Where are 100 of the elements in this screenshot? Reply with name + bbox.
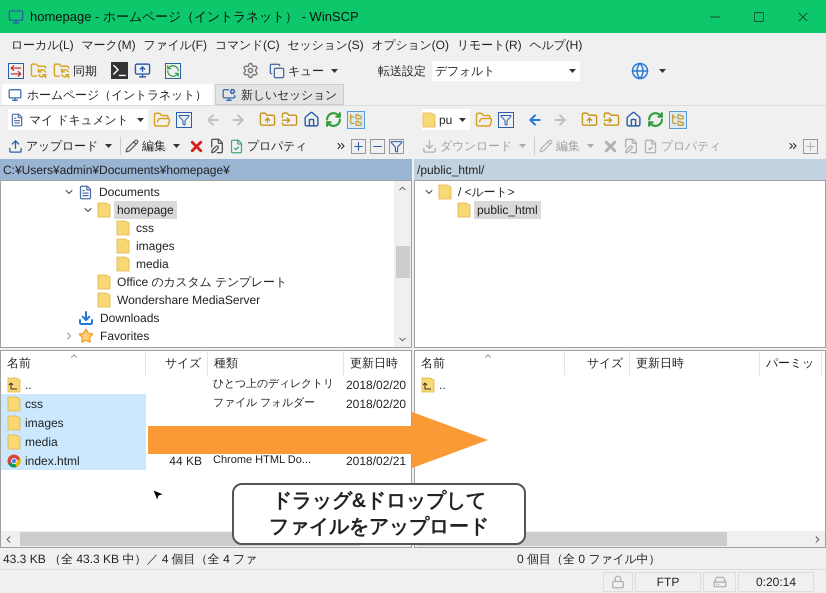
panel-status-text: 0 個目（全 0 ファイル中） bbox=[517, 550, 660, 568]
column-header[interactable]: 更新日時 bbox=[344, 351, 411, 375]
home-icon[interactable] bbox=[625, 111, 642, 128]
menu-item[interactable]: ローカル(L) bbox=[8, 36, 77, 54]
upload-button[interactable]: アップロード bbox=[8, 137, 116, 155]
file-name-cell[interactable]: .. bbox=[1, 375, 146, 394]
tree-item[interactable]: / <ルート> bbox=[455, 183, 518, 201]
lock-icon bbox=[611, 574, 625, 588]
caret-icon bbox=[569, 68, 576, 72]
date-cell-text: 2018/02/21 bbox=[346, 452, 406, 470]
folder-icon bbox=[7, 434, 21, 450]
delete-icon[interactable] bbox=[188, 138, 205, 154]
path-bar: /public_html/ bbox=[414, 159, 826, 180]
callout-text: ドラッグ&ドロップして bbox=[272, 488, 486, 514]
menu-item[interactable]: ファイル(F) bbox=[140, 36, 210, 54]
transfer-preset-dropdown[interactable]: デフォルト bbox=[432, 60, 580, 80]
file-name-cell[interactable]: css bbox=[1, 394, 146, 413]
computer-icon[interactable] bbox=[134, 62, 151, 79]
column-header[interactable]: サイズ bbox=[565, 351, 630, 375]
sync-folder-icon bbox=[53, 62, 70, 79]
filter-icon[interactable] bbox=[498, 112, 514, 128]
copy-icon bbox=[269, 62, 285, 78]
terminal-icon[interactable] bbox=[111, 62, 128, 79]
file-check-icon bbox=[229, 138, 244, 154]
settings-icon[interactable] bbox=[242, 62, 259, 79]
document-icon bbox=[10, 112, 24, 126]
protocol-text: FTP bbox=[635, 572, 701, 592]
pencil-icon bbox=[125, 139, 139, 153]
tree-item[interactable]: media bbox=[133, 255, 172, 273]
refresh-icon[interactable] bbox=[647, 111, 664, 128]
tree-item[interactable]: Wondershare MediaServer bbox=[114, 291, 264, 309]
filter-icon[interactable] bbox=[389, 138, 404, 154]
file-name-cell[interactable]: media bbox=[1, 432, 146, 451]
filter-icon[interactable] bbox=[176, 112, 192, 128]
sync-button[interactable]: 同期 bbox=[53, 62, 97, 80]
app-icon bbox=[8, 8, 24, 24]
tree-item[interactable]: Favorites bbox=[97, 327, 152, 345]
queue-button[interactable]: キュー bbox=[269, 62, 342, 80]
column-header[interactable]: 名前 bbox=[415, 351, 565, 375]
upload-icon bbox=[8, 138, 23, 154]
menu-item[interactable]: リモート(R) bbox=[454, 36, 525, 54]
menu-item[interactable]: セッション(S) bbox=[284, 36, 367, 54]
tree-item[interactable]: images bbox=[133, 237, 178, 255]
refresh-icon[interactable] bbox=[165, 62, 181, 78]
menu-item[interactable]: ヘルプ(H) bbox=[526, 36, 586, 54]
file-check-icon bbox=[643, 138, 658, 154]
tree-item[interactable]: css bbox=[133, 219, 157, 237]
file-name-cell[interactable]: .. bbox=[415, 375, 565, 394]
properties-button[interactable]: プロパティ bbox=[229, 137, 307, 155]
refresh-icon[interactable] bbox=[325, 111, 342, 128]
folder-icon bbox=[457, 202, 471, 218]
more-icon[interactable] bbox=[335, 140, 347, 152]
file-name-cell[interactable]: index.html bbox=[1, 451, 146, 470]
globe-icon[interactable] bbox=[631, 62, 649, 80]
folder-icon bbox=[116, 220, 130, 236]
column-header[interactable]: 更新日時 bbox=[630, 351, 760, 375]
minus-icon[interactable] bbox=[370, 138, 385, 154]
type-cell-text: ひとつ上のディレクトリ bbox=[213, 377, 334, 392]
download-icon bbox=[422, 138, 437, 154]
tree-item[interactable]: Office のカスタム テンプレート bbox=[114, 273, 290, 291]
tree-item[interactable]: Documents bbox=[96, 183, 163, 201]
folder-icon bbox=[97, 202, 111, 218]
home-icon[interactable] bbox=[303, 111, 320, 128]
maximize-icon[interactable] bbox=[753, 10, 765, 22]
monitor-icon bbox=[8, 88, 22, 102]
session-tab[interactable]: 新しいセッション bbox=[215, 84, 344, 105]
session-tab[interactable]: ホームページ（イントラネット） bbox=[2, 84, 213, 105]
type-cell-text: ファイル フォルダー bbox=[213, 396, 316, 412]
tree-toggle-icon[interactable] bbox=[347, 110, 365, 128]
menu-item[interactable]: コマンド(C) bbox=[212, 36, 283, 54]
caret-icon bbox=[659, 68, 666, 72]
file-name-cell[interactable]: images bbox=[1, 413, 146, 432]
column-header[interactable]: サイズ bbox=[146, 351, 208, 375]
scrollbar-thumb[interactable] bbox=[396, 246, 410, 278]
menu-item[interactable]: マーク(M) bbox=[78, 36, 139, 54]
tree-item[interactable]: public_html bbox=[474, 201, 541, 219]
rename-icon[interactable] bbox=[209, 138, 225, 154]
column-header[interactable]: パーミッ bbox=[760, 351, 822, 375]
vertical-scrollbar[interactable] bbox=[394, 181, 411, 347]
edit-button[interactable]: 編集 bbox=[120, 137, 184, 155]
date-cell-text: 2018/02/20 bbox=[346, 396, 406, 412]
panel-status-text: 43.3 KB （全 43.3 KB 中）／ 4 個目（全 4 ファ bbox=[3, 550, 258, 568]
caret-icon bbox=[519, 144, 526, 148]
tree-item[interactable]: homepage bbox=[114, 201, 177, 219]
tree-item[interactable]: Downloads bbox=[97, 309, 162, 327]
new-session-icon bbox=[222, 88, 236, 102]
folder-icon bbox=[7, 396, 21, 412]
folder-icon bbox=[116, 238, 130, 254]
plus-icon[interactable] bbox=[351, 138, 366, 154]
document-icon bbox=[78, 184, 93, 200]
caret-icon bbox=[137, 118, 144, 122]
location-dropdown[interactable]: pu bbox=[422, 109, 470, 130]
menu-item[interactable]: オプション(O) bbox=[368, 36, 452, 54]
tree-toggle-icon[interactable] bbox=[669, 110, 687, 128]
column-header[interactable]: 名前 bbox=[1, 351, 146, 375]
compare-icon[interactable] bbox=[8, 62, 24, 78]
path-bar: C:¥Users¥admin¥Documents¥homepage¥ bbox=[0, 159, 412, 180]
callout-text: ファイルをアップロード bbox=[269, 514, 489, 540]
column-header[interactable]: 種類 bbox=[208, 351, 344, 375]
location-dropdown[interactable]: マイ ドキュメント bbox=[8, 109, 148, 130]
